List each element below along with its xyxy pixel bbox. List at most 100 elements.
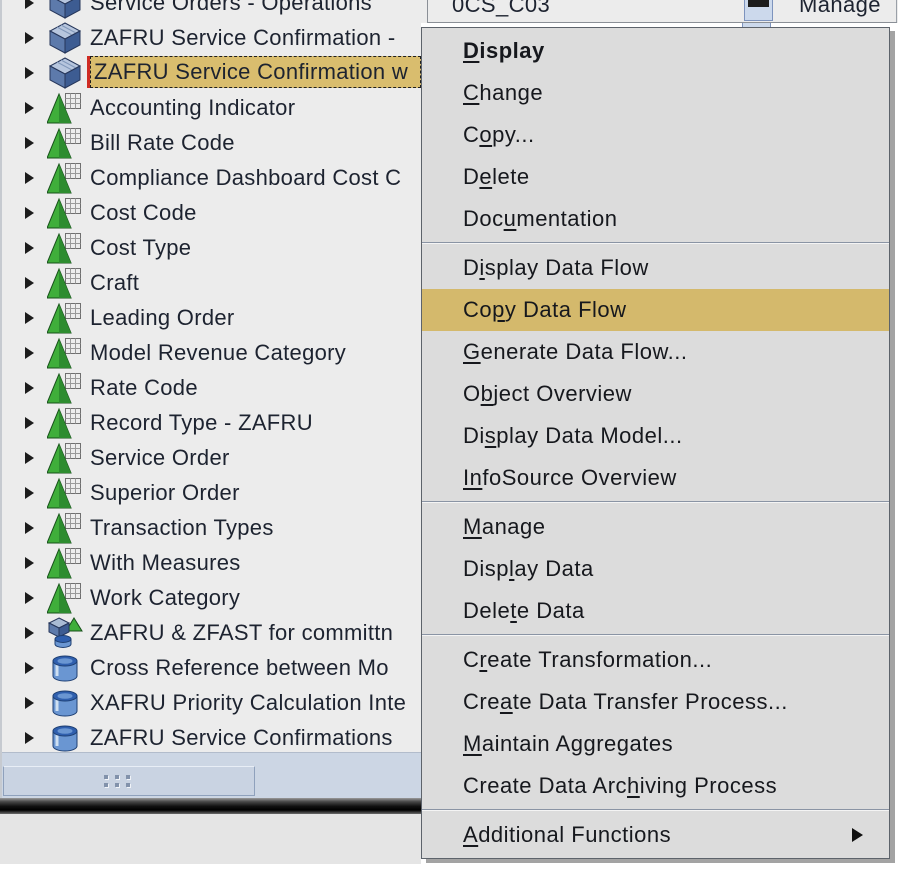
tree-item[interactable]: Cross Reference between Mo: [2, 650, 421, 685]
expand-arrow-icon[interactable]: [25, 382, 34, 394]
characteristic-icon: [47, 547, 83, 579]
expand-arrow-icon[interactable]: [25, 207, 34, 219]
tree-item[interactable]: ZAFRU Service Confirmation -: [2, 20, 421, 55]
expand-arrow-icon[interactable]: [25, 242, 34, 254]
tree-item[interactable]: Cost Code: [2, 195, 421, 230]
tree-item[interactable]: Work Category: [2, 580, 421, 615]
expand-arrow-icon[interactable]: [25, 277, 34, 289]
tree-item-label: ZAFRU & ZFAST for committn: [90, 620, 393, 646]
menu-item-delete[interactable]: Delete: [422, 156, 889, 198]
menu-item-object-overview[interactable]: Object Overview: [422, 373, 889, 415]
tree-item[interactable]: Rate Code: [2, 370, 421, 405]
tree-item-label: Leading Order: [90, 305, 235, 331]
panel-divider-bar[interactable]: [0, 798, 421, 814]
tree-item-label: With Measures: [90, 550, 241, 576]
horizontal-scrollbar[interactable]: [2, 752, 421, 798]
menu-item-copy-data-flow[interactable]: Copy Data Flow: [422, 289, 889, 331]
tree-item[interactable]: Craft: [2, 265, 421, 300]
context-menu: Display Change Copy... Delete Documentation D…: [421, 27, 890, 859]
menu-item-display-data-flow[interactable]: Display Data Flow: [422, 247, 889, 289]
characteristic-icon: [47, 372, 83, 404]
expand-arrow-icon[interactable]: [25, 592, 34, 604]
tree-item-label: Transaction Types: [90, 515, 274, 541]
expand-arrow-icon[interactable]: [25, 522, 34, 534]
scrollbar-thumb[interactable]: [3, 766, 255, 796]
expand-arrow-icon[interactable]: [25, 312, 34, 324]
tree-item[interactable]: ZAFRU Service Confirmations: [2, 720, 421, 752]
menu-item-create-data-transfer-process[interactable]: Create Data Transfer Process...: [422, 681, 889, 723]
menu-item-display[interactable]: Display: [422, 30, 889, 72]
menu-item-label: Change: [463, 80, 543, 105]
manage-table-icon[interactable]: [744, 0, 773, 21]
tree-item[interactable]: Model Revenue Category: [2, 335, 421, 370]
expand-arrow-icon[interactable]: [25, 452, 34, 464]
expand-arrow-icon[interactable]: [25, 627, 34, 639]
menu-item-create-data-archiving-process[interactable]: Create Data Archiving Process: [422, 765, 889, 807]
tree-item-label: Record Type - ZAFRU: [90, 410, 313, 436]
expand-arrow-icon[interactable]: [25, 487, 34, 499]
characteristic-icon: [47, 512, 83, 544]
expand-arrow-icon[interactable]: [25, 67, 34, 79]
tree-item-label: Service Order: [90, 445, 230, 471]
tree-item-label: Bill Rate Code: [90, 130, 235, 156]
manage-action-link[interactable]: Manage: [799, 0, 881, 18]
tree-item[interactable]: ZAFRU Service Confirmation w: [2, 55, 421, 90]
tree-item-label: Cross Reference between Mo: [90, 655, 389, 681]
menu-item-additional-functions[interactable]: Additional Functions: [422, 814, 889, 856]
tree-item[interactable]: Service Orders - Operations: [2, 0, 421, 20]
menu-item-label: Delete Data: [463, 598, 585, 623]
menu-item-label: Display Data Model...: [463, 423, 683, 448]
tree-item[interactable]: Bill Rate Code: [2, 125, 421, 160]
expand-arrow-icon[interactable]: [25, 732, 34, 744]
expand-arrow-icon[interactable]: [25, 662, 34, 674]
tree-item[interactable]: Leading Order: [2, 300, 421, 335]
characteristic-icon: [47, 477, 83, 509]
tree-item[interactable]: Record Type - ZAFRU: [2, 405, 421, 440]
expand-arrow-icon[interactable]: [25, 172, 34, 184]
characteristic-icon: [47, 232, 83, 264]
tree-item[interactable]: Service Order: [2, 440, 421, 475]
submenu-arrow-icon: [852, 828, 863, 842]
tree-item[interactable]: Compliance Dashboard Cost C: [2, 160, 421, 195]
tree-item[interactable]: Transaction Types: [2, 510, 421, 545]
tree-item[interactable]: Superior Order: [2, 475, 421, 510]
menu-item-delete-data[interactable]: Delete Data: [422, 590, 889, 632]
tree-item-label: Model Revenue Category: [90, 340, 346, 366]
menu-item-label: Display: [463, 38, 545, 63]
selected-item-highlight[interactable]: ZAFRU Service Confirmation w: [90, 56, 421, 88]
characteristic-icon: [47, 442, 83, 474]
tree-item[interactable]: ZAFRU & ZFAST for committn: [2, 615, 421, 650]
characteristic-icon: [47, 197, 83, 229]
tree-item[interactable]: Accounting Indicator: [2, 90, 421, 125]
tree-item[interactable]: Cost Type: [2, 230, 421, 265]
expand-arrow-icon[interactable]: [25, 32, 34, 44]
tree-item-label: ZAFRU Service Confirmation w: [94, 59, 408, 85]
characteristic-icon: [47, 267, 83, 299]
menu-item-display-data-model[interactable]: Display Data Model...: [422, 415, 889, 457]
menu-item-manage[interactable]: Manage: [422, 506, 889, 548]
expand-arrow-icon[interactable]: [25, 137, 34, 149]
tree-item[interactable]: XAFRU Priority Calculation Inte: [2, 685, 421, 720]
expand-arrow-icon[interactable]: [25, 417, 34, 429]
infocube-icon: [47, 22, 83, 54]
infocube-icon: [47, 57, 83, 89]
expand-arrow-icon[interactable]: [25, 697, 34, 709]
menu-item-generate-data-flow[interactable]: Generate Data Flow...: [422, 331, 889, 373]
menu-item-change[interactable]: Change: [422, 72, 889, 114]
menu-item-create-transformation[interactable]: Create Transformation...: [422, 639, 889, 681]
expand-arrow-icon[interactable]: [25, 557, 34, 569]
tree-item-label: Service Orders - Operations: [90, 0, 372, 16]
menu-item-documentation[interactable]: Documentation: [422, 198, 889, 240]
menu-item-label: Delete: [463, 164, 530, 189]
menu-item-copy[interactable]: Copy...: [422, 114, 889, 156]
expand-arrow-icon[interactable]: [25, 0, 34, 9]
menu-item-display-data[interactable]: Display Data: [422, 548, 889, 590]
expand-arrow-icon[interactable]: [25, 102, 34, 114]
expand-arrow-icon[interactable]: [25, 347, 34, 359]
tree-item-label: Cost Code: [90, 200, 197, 226]
tree-item[interactable]: With Measures: [2, 545, 421, 580]
menu-item-maintain-aggregates[interactable]: Maintain Aggregates: [422, 723, 889, 765]
menu-item-label: Create Transformation...: [463, 647, 712, 672]
menu-item-infosource-overview[interactable]: InfoSource Overview: [422, 457, 889, 499]
characteristic-icon: [47, 92, 83, 124]
